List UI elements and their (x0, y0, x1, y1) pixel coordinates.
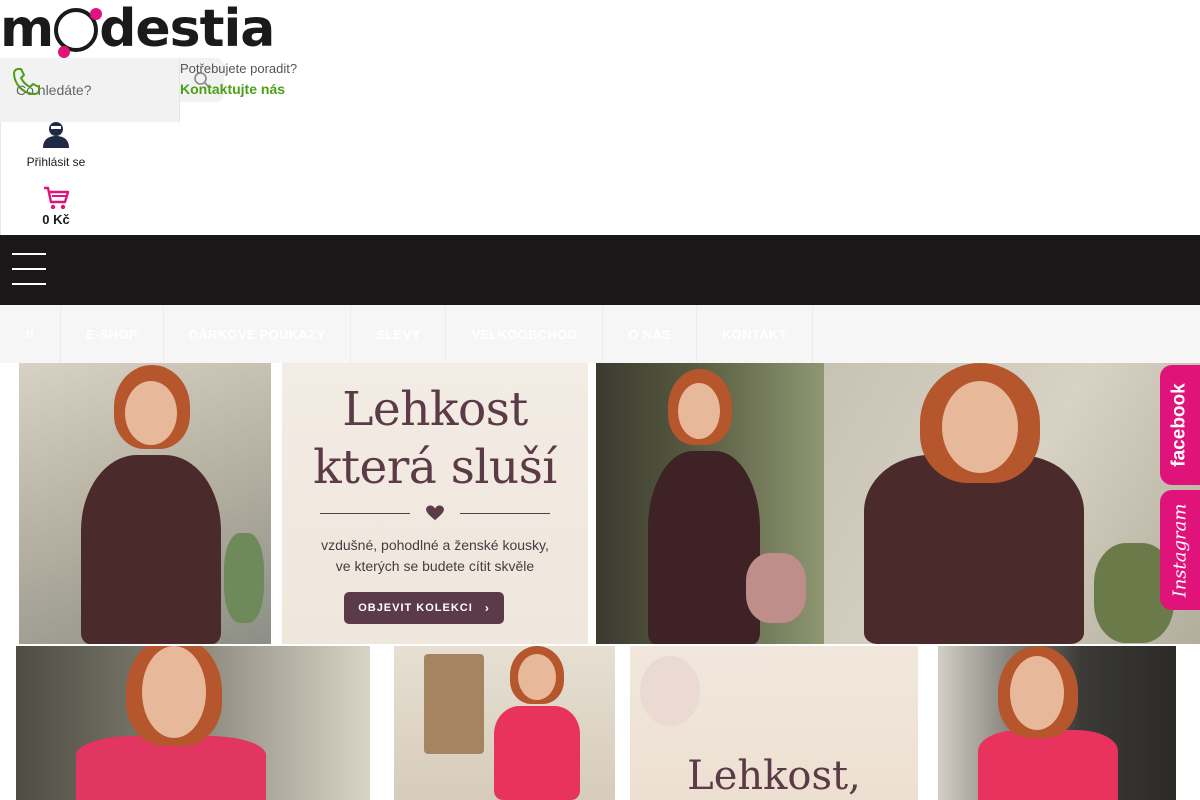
nav-item-wholesale[interactable]: VELKOOBCHOD (446, 305, 604, 363)
help-label: Potřebujete poradit? (180, 61, 298, 76)
product-photo (824, 363, 1200, 644)
nav-item-gift-vouchers[interactable]: DÁRKOVÉ POUKAZY (164, 305, 352, 363)
phone-icon[interactable] (10, 66, 42, 98)
main-nav: E-SHOP DÁRKOVÉ POUKAZY SLEVY VELKOOBCHOD… (0, 305, 1200, 363)
hero-banner[interactable]: Lehkost která sluší vzdušné, pohodlné a … (0, 363, 1200, 800)
promo-title-line1: Lehkost (342, 382, 528, 437)
promo-title-line2: která sluší (313, 440, 557, 495)
header-divider (0, 122, 1, 235)
discover-collection-label: OBJEVIT KOLEKCI (358, 602, 473, 614)
logo-text-m: m (0, 0, 54, 59)
promo-subtitle-line1: vzdušné, pohodlné a ženské kousky, (321, 537, 549, 553)
home-glyph (27, 330, 33, 338)
logo-ring (54, 8, 103, 58)
product-photo (596, 363, 824, 644)
login-button[interactable]: Přihlásit se (18, 120, 94, 169)
product-photo (394, 646, 615, 800)
cart-total: 0 Kč (42, 212, 70, 227)
logo-text-rest: destia (99, 0, 275, 59)
promo-secondary-title: Lehkost, (687, 753, 861, 799)
product-photo (16, 646, 370, 800)
contact-link[interactable]: Kontaktujte nás (180, 81, 297, 97)
user-icon (43, 122, 69, 148)
help-contact: Potřebujete poradit? Kontaktujte nás (180, 60, 297, 97)
promo-subtitle: vzdušné, pohodlné a ženské kousky, ve kt… (282, 535, 588, 577)
login-label: Přihlásit se (26, 155, 86, 169)
hamburger-line (12, 268, 46, 270)
instagram-label: Instagram (1169, 503, 1191, 597)
instagram-tab[interactable]: Instagram (1160, 490, 1200, 610)
nav-item-contact[interactable]: KONTAKT (697, 305, 813, 363)
promo-card-secondary: Lehkost, (630, 646, 918, 800)
facebook-label: facebook (1169, 383, 1191, 467)
cart-button[interactable]: 0 Kč (26, 184, 86, 227)
logo-wordmark: m destia (0, 3, 275, 58)
chevron-right-icon: › (484, 601, 490, 615)
discover-collection-button[interactable]: OBJEVIT KOLEKCI › (344, 592, 504, 624)
product-photo (938, 646, 1176, 800)
hamburger-line (12, 253, 46, 255)
site-logo[interactable]: m destia (0, 0, 275, 58)
hamburger-icon[interactable] (12, 253, 46, 287)
promo-card: Lehkost která sluší vzdušné, pohodlné a … (282, 363, 588, 644)
cart-icon (44, 186, 70, 210)
product-photo (19, 363, 271, 644)
nav-item-about[interactable]: O NÁS (603, 305, 697, 363)
facebook-tab[interactable]: facebook (1160, 365, 1200, 485)
nav-item-sale[interactable]: SLEVY (351, 305, 447, 363)
logo-dot-bottom (58, 46, 71, 58)
nav-item-eshop[interactable]: E-SHOP (61, 305, 164, 363)
promo-divider (320, 505, 550, 521)
hamburger-line (12, 283, 46, 285)
top-menu-bar (0, 235, 1200, 305)
heart-icon (426, 505, 444, 521)
promo-subtitle-line2: ve kterých se budete cítit skvěle (335, 558, 535, 574)
home-icon[interactable] (0, 305, 61, 363)
